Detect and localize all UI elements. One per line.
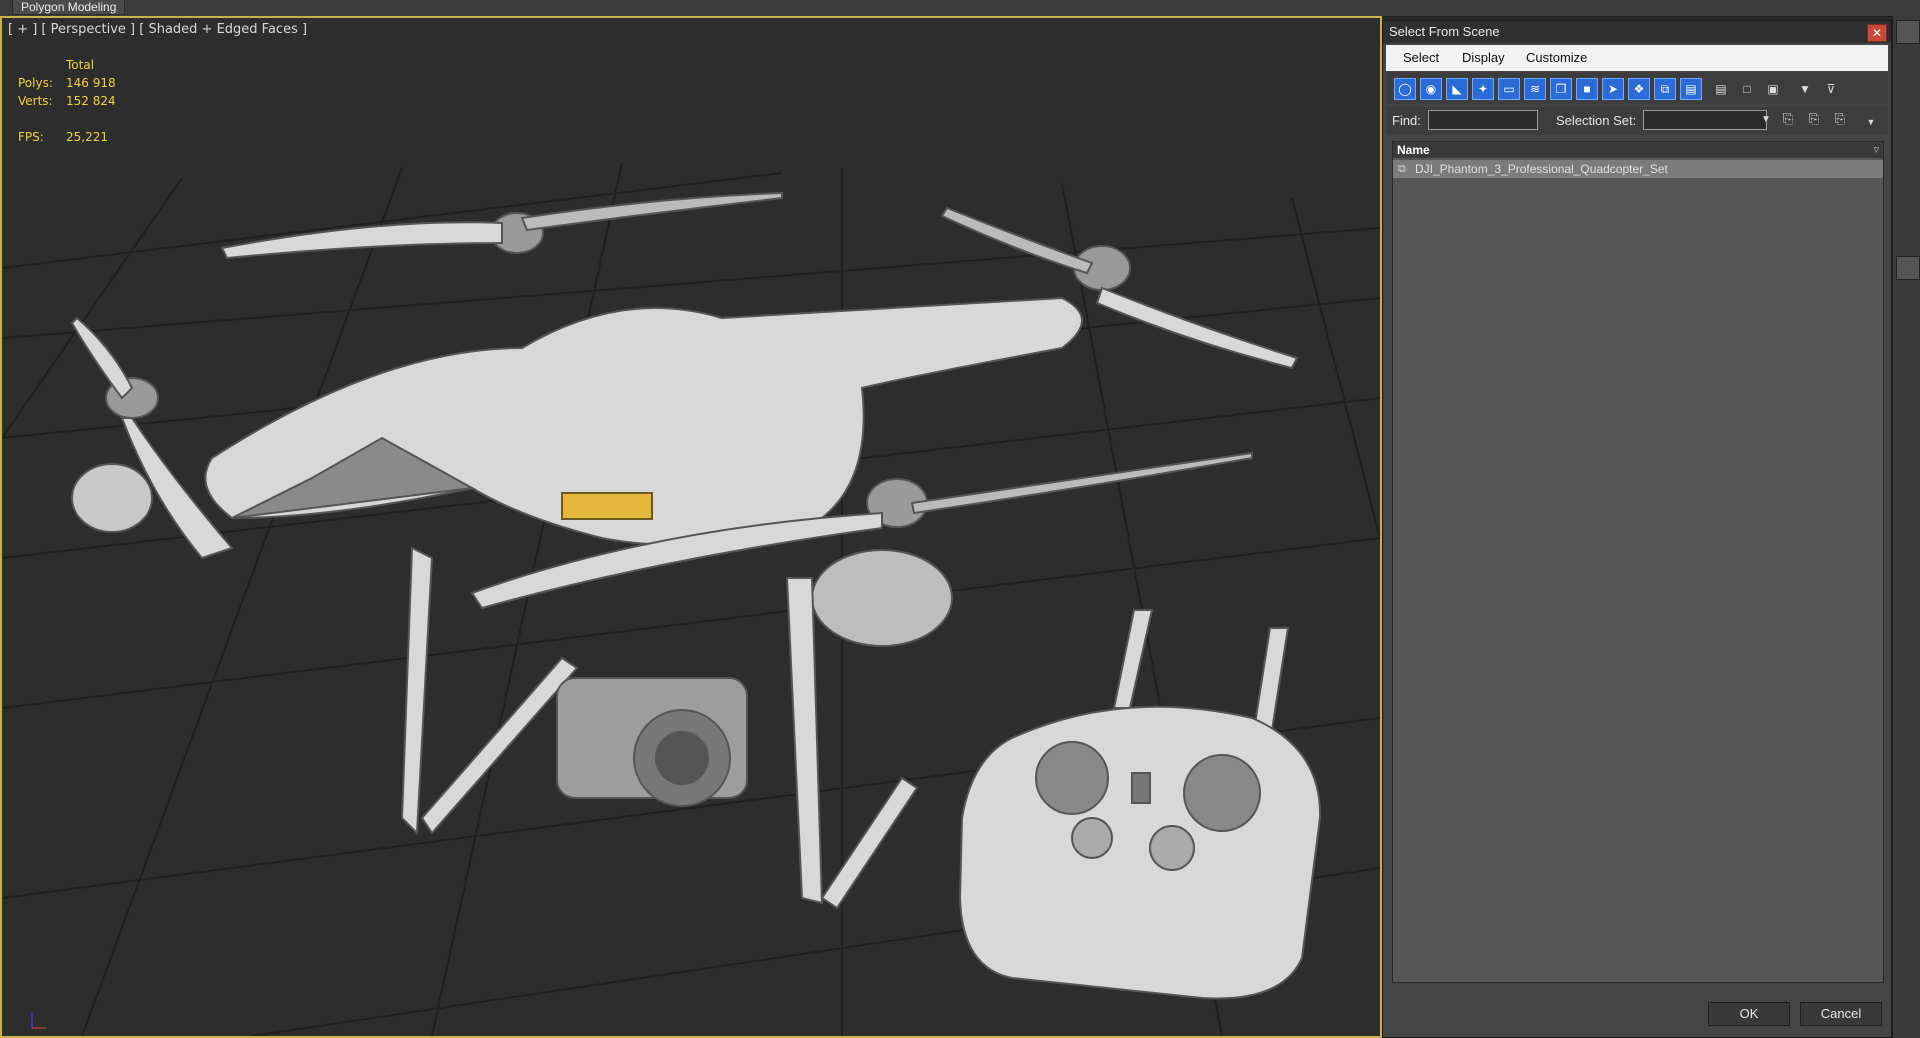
filter-icon[interactable]: ▼ bbox=[1794, 78, 1816, 100]
stats-total-label: Total bbox=[66, 58, 95, 72]
lights-icon[interactable]: ✦ bbox=[1472, 78, 1494, 100]
space-warps-icon[interactable]: ❐ bbox=[1550, 78, 1572, 100]
dialog-titlebar[interactable]: Select From Scene ✕ bbox=[1383, 21, 1891, 43]
axis-gizmo bbox=[31, 1013, 46, 1029]
stats-fps-label: FPS: bbox=[18, 130, 44, 144]
viewport-label-menu[interactable]: [ + ] [ Perspective ] [ Shaded + Edged F… bbox=[8, 22, 307, 37]
command-panel-edge bbox=[1892, 16, 1920, 1038]
select-from-scene-dialog: Select From Scene ✕ Select Display Custo… bbox=[1382, 20, 1892, 1038]
dialog-footer: OK Cancel bbox=[1386, 987, 1888, 1035]
chevron-down-icon[interactable]: ▼ bbox=[1761, 114, 1771, 125]
xrefs-icon[interactable]: ➤ bbox=[1602, 78, 1624, 100]
groups-icon[interactable]: ■ bbox=[1576, 78, 1598, 100]
remove-from-set-icon[interactable]: ⎘ bbox=[1831, 111, 1849, 129]
helpers-icon[interactable]: ≋ bbox=[1524, 78, 1546, 100]
bones-icon[interactable]: ❖ bbox=[1628, 78, 1650, 100]
more-options-icon[interactable]: ▼ bbox=[1862, 117, 1880, 135]
find-input[interactable] bbox=[1428, 110, 1538, 130]
select-invert-icon[interactable]: ▣ bbox=[1762, 78, 1784, 100]
frozen-icon[interactable]: ▤ bbox=[1680, 78, 1702, 100]
column-filter-icon[interactable]: ▿ bbox=[1873, 142, 1879, 158]
column-header-label: Name bbox=[1397, 143, 1430, 157]
remote-controller-model bbox=[958, 609, 1322, 1000]
cancel-button[interactable]: Cancel bbox=[1800, 1002, 1882, 1026]
list-item-label: DJI_Phantom_3_Professional_Quadcopter_Se… bbox=[1415, 162, 1668, 176]
find-label: Find: bbox=[1392, 113, 1421, 128]
selection-set-label: Selection Set: bbox=[1556, 113, 1637, 128]
geometry-icon[interactable]: ◉ bbox=[1420, 78, 1442, 100]
select-none-icon[interactable]: □ bbox=[1736, 78, 1758, 100]
selection-set-dropdown[interactable] bbox=[1643, 110, 1767, 130]
filter-options-icon[interactable]: ⊽ bbox=[1820, 78, 1842, 100]
menu-select[interactable]: Select bbox=[1403, 50, 1439, 65]
dialog-toolbar: ◯ ◉ ◣ ✦ ▭ ≋ ❐ ■ ➤ ❖ ⧉ ▤ ▤ □ ▣ ▼ ⊽ bbox=[1386, 72, 1888, 104]
select-all-icon[interactable]: ▤ bbox=[1710, 78, 1732, 100]
group-icon: ⧉ bbox=[1398, 163, 1406, 175]
create-set-icon[interactable]: ⎘ bbox=[1779, 111, 1797, 129]
menu-customize[interactable]: Customize bbox=[1526, 50, 1587, 65]
scene-object-list[interactable]: Name ▿ ⧉ DJI_Phantom_3_Professional_Quad… bbox=[1392, 141, 1884, 983]
all-objects-icon[interactable]: ◯ bbox=[1394, 78, 1416, 100]
menu-display[interactable]: Display bbox=[1462, 50, 1505, 65]
find-row: Find: Selection Set: ▼ ⎘ ⎘ ⎘ ▼ bbox=[1386, 107, 1888, 135]
panel-scroll-thumb[interactable] bbox=[1896, 256, 1920, 280]
stats-verts-label: Verts: bbox=[18, 94, 53, 108]
ok-button[interactable]: OK bbox=[1708, 1002, 1790, 1026]
containers-icon[interactable]: ⧉ bbox=[1654, 78, 1676, 100]
cameras-icon[interactable]: ▭ bbox=[1498, 78, 1520, 100]
dialog-title: Select From Scene bbox=[1389, 24, 1500, 39]
viewport-scene bbox=[2, 162, 1380, 1036]
add-to-set-icon[interactable]: ⎘ bbox=[1805, 111, 1823, 129]
panel-scroll-button[interactable] bbox=[1896, 20, 1920, 44]
close-icon[interactable]: ✕ bbox=[1867, 24, 1887, 42]
stats-polys-label: Polys: bbox=[18, 76, 53, 90]
column-header-name[interactable]: Name ▿ bbox=[1393, 142, 1883, 158]
ribbon-bar: Polygon Modeling bbox=[0, 0, 1920, 17]
stats-polys-value: 146 918 bbox=[66, 76, 116, 90]
shapes-icon[interactable]: ◣ bbox=[1446, 78, 1468, 100]
perspective-viewport[interactable]: [ + ] [ Perspective ] [ Shaded + Edged F… bbox=[0, 16, 1382, 1038]
stats-fps-value: 25,221 bbox=[66, 130, 108, 144]
ribbon-tab-polygon-modeling[interactable]: Polygon Modeling bbox=[12, 0, 126, 15]
list-item[interactable]: ⧉ DJI_Phantom_3_Professional_Quadcopter_… bbox=[1393, 160, 1883, 178]
stats-verts-value: 152 824 bbox=[66, 94, 116, 108]
dialog-menubar: Select Display Customize bbox=[1386, 45, 1888, 71]
